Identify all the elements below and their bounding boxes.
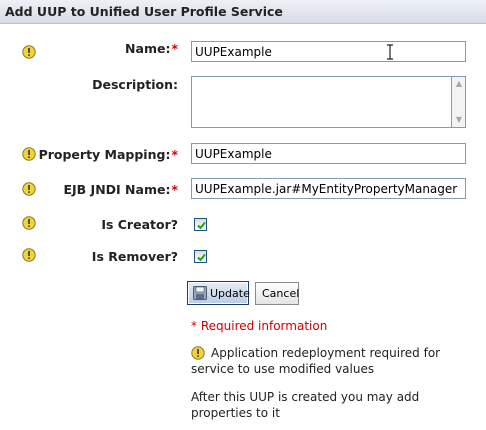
redeploy-note-line2: service to use modified values (191, 362, 375, 376)
after-note-line1: After this UUP is created you may add (191, 390, 420, 404)
description-label: Description: (92, 77, 178, 92)
redeploy-note-line1: Application redeployment required for (211, 346, 441, 360)
cancel-button-label: Cancel (262, 287, 300, 300)
text-cursor-icon (385, 44, 395, 60)
checkmark-icon (197, 221, 206, 230)
ejb-jndi-name-field[interactable] (191, 178, 466, 199)
floppy-disk-icon (193, 286, 207, 303)
cancel-button[interactable]: Cancel (255, 282, 299, 305)
scroll-up-icon[interactable]: ▲ (454, 79, 464, 89)
is-creator-checkbox[interactable] (194, 218, 207, 231)
scroll-down-icon[interactable]: ▼ (454, 115, 464, 125)
is-creator-label: Is Creator? (101, 217, 178, 232)
is-remover-checkbox[interactable] (194, 250, 207, 263)
update-button-label: Update (210, 287, 250, 300)
property-mapping-label: Property Mapping:* (38, 147, 178, 162)
name-field[interactable] (191, 41, 466, 62)
description-textarea[interactable] (191, 76, 452, 128)
warning-icon (22, 216, 36, 230)
property-mapping-field[interactable] (191, 143, 466, 164)
is-remover-label: Is Remover? (91, 249, 178, 264)
name-label: Name:* (125, 41, 178, 56)
update-button[interactable]: Update (187, 281, 250, 305)
description-scrollbar[interactable]: ▲ ▼ (452, 76, 466, 128)
page-title: Add UUP to Unified User Profile Service (5, 4, 283, 19)
warning-icon (191, 346, 205, 360)
warning-icon (22, 182, 36, 196)
ejb-jndi-name-label: EJB JNDI Name:* (63, 182, 178, 197)
warning-icon (22, 45, 36, 59)
checkmark-icon (197, 253, 206, 262)
after-note-line2: properties to it (191, 406, 280, 420)
warning-icon (22, 248, 36, 262)
panel-header: Add UUP to Unified User Profile Service (0, 0, 486, 24)
required-info-note: * Required information (191, 319, 328, 333)
warning-icon (22, 147, 36, 161)
